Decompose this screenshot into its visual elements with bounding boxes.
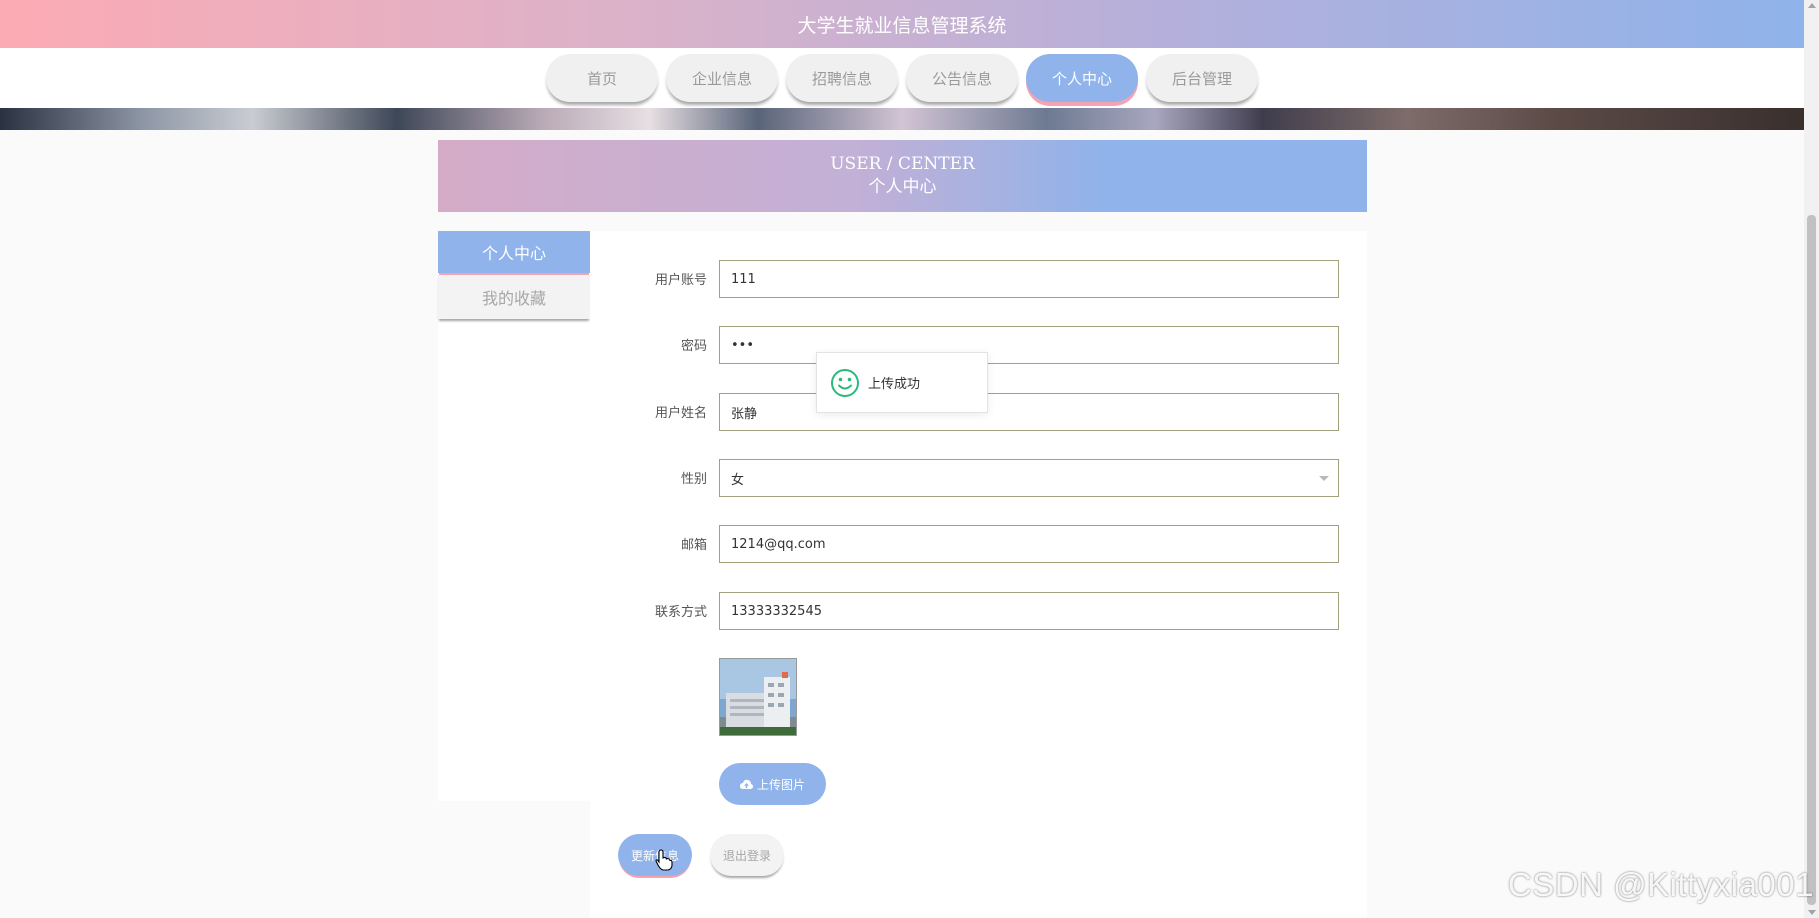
sidebar-item-favorites[interactable]: 我的收藏 — [438, 275, 590, 319]
profile-form: 用户账号 111 密码 ••• 用户姓名 张静 性别 女 邮箱 1214@qq.… — [590, 231, 1367, 918]
sidebar: 个人中心 我的收藏 — [438, 231, 590, 801]
phone-label: 联系方式 — [654, 605, 707, 620]
toast-notification: 上传成功 — [816, 352, 988, 413]
nav-item-recruitment[interactable]: 招聘信息 — [786, 54, 898, 102]
gender-select[interactable]: 女 — [719, 459, 1339, 497]
nav-item-user-center[interactable]: 个人中心 — [1026, 54, 1138, 102]
nav-item-announcement[interactable]: 公告信息 — [906, 54, 1018, 102]
page-scrollbar[interactable] — [1804, 0, 1819, 918]
form-row-account: 用户账号 111 — [590, 260, 1367, 298]
email-input[interactable]: 1214@qq.com — [719, 525, 1339, 563]
email-label: 邮箱 — [680, 538, 707, 553]
upload-image-button[interactable]: 上传图片 — [719, 763, 826, 805]
gender-value: 女 — [731, 472, 745, 488]
section-title-zh: 个人中心 — [868, 177, 937, 197]
hand-cursor-icon — [655, 849, 673, 871]
form-row-phone: 联系方式 13333332545 — [590, 592, 1367, 630]
chevron-down-icon — [1319, 476, 1329, 481]
watermark: CSDN @Kittyxia001 — [1507, 866, 1814, 903]
password-input[interactable]: ••• — [719, 326, 1339, 364]
name-input[interactable]: 张静 — [719, 393, 1339, 431]
sidebar-item-user-center[interactable]: 个人中心 — [438, 231, 590, 273]
site-title: 大学生就业信息管理系统 — [797, 14, 1007, 37]
avatar-image — [719, 658, 797, 736]
account-label: 用户账号 — [654, 273, 707, 288]
toast-message: 上传成功 — [868, 377, 921, 392]
name-label: 用户姓名 — [654, 406, 707, 421]
form-row-gender: 性别 女 — [590, 459, 1367, 497]
cloud-upload-icon — [739, 779, 753, 789]
logout-button[interactable]: 退出登录 — [710, 834, 784, 876]
top-title-bar: 大学生就业信息管理系统 — [0, 0, 1804, 48]
section-header: USER / CENTER 个人中心 — [438, 140, 1367, 212]
gender-label: 性别 — [680, 472, 707, 487]
scrollbar-thumb[interactable] — [1807, 215, 1816, 905]
nav-item-home[interactable]: 首页 — [546, 54, 658, 102]
section-title-en: USER / CENTER — [830, 154, 975, 174]
building-photo-icon — [720, 659, 796, 735]
password-label: 密码 — [680, 339, 707, 354]
scroll-up-arrow-icon[interactable] — [1808, 3, 1816, 8]
form-row-email: 邮箱 1214@qq.com — [590, 525, 1367, 563]
phone-input[interactable]: 13333332545 — [719, 592, 1339, 630]
account-input[interactable]: 111 — [719, 260, 1339, 298]
banner-image-strip — [0, 108, 1804, 130]
nav-item-company[interactable]: 企业信息 — [666, 54, 778, 102]
nav-item-admin[interactable]: 后台管理 — [1146, 54, 1258, 102]
scroll-down-arrow-icon[interactable] — [1808, 910, 1816, 915]
smile-icon — [831, 368, 859, 397]
upload-button-label: 上传图片 — [756, 777, 805, 792]
main-nav: 首页 企业信息 招聘信息 公告信息 个人中心 后台管理 — [0, 48, 1804, 108]
